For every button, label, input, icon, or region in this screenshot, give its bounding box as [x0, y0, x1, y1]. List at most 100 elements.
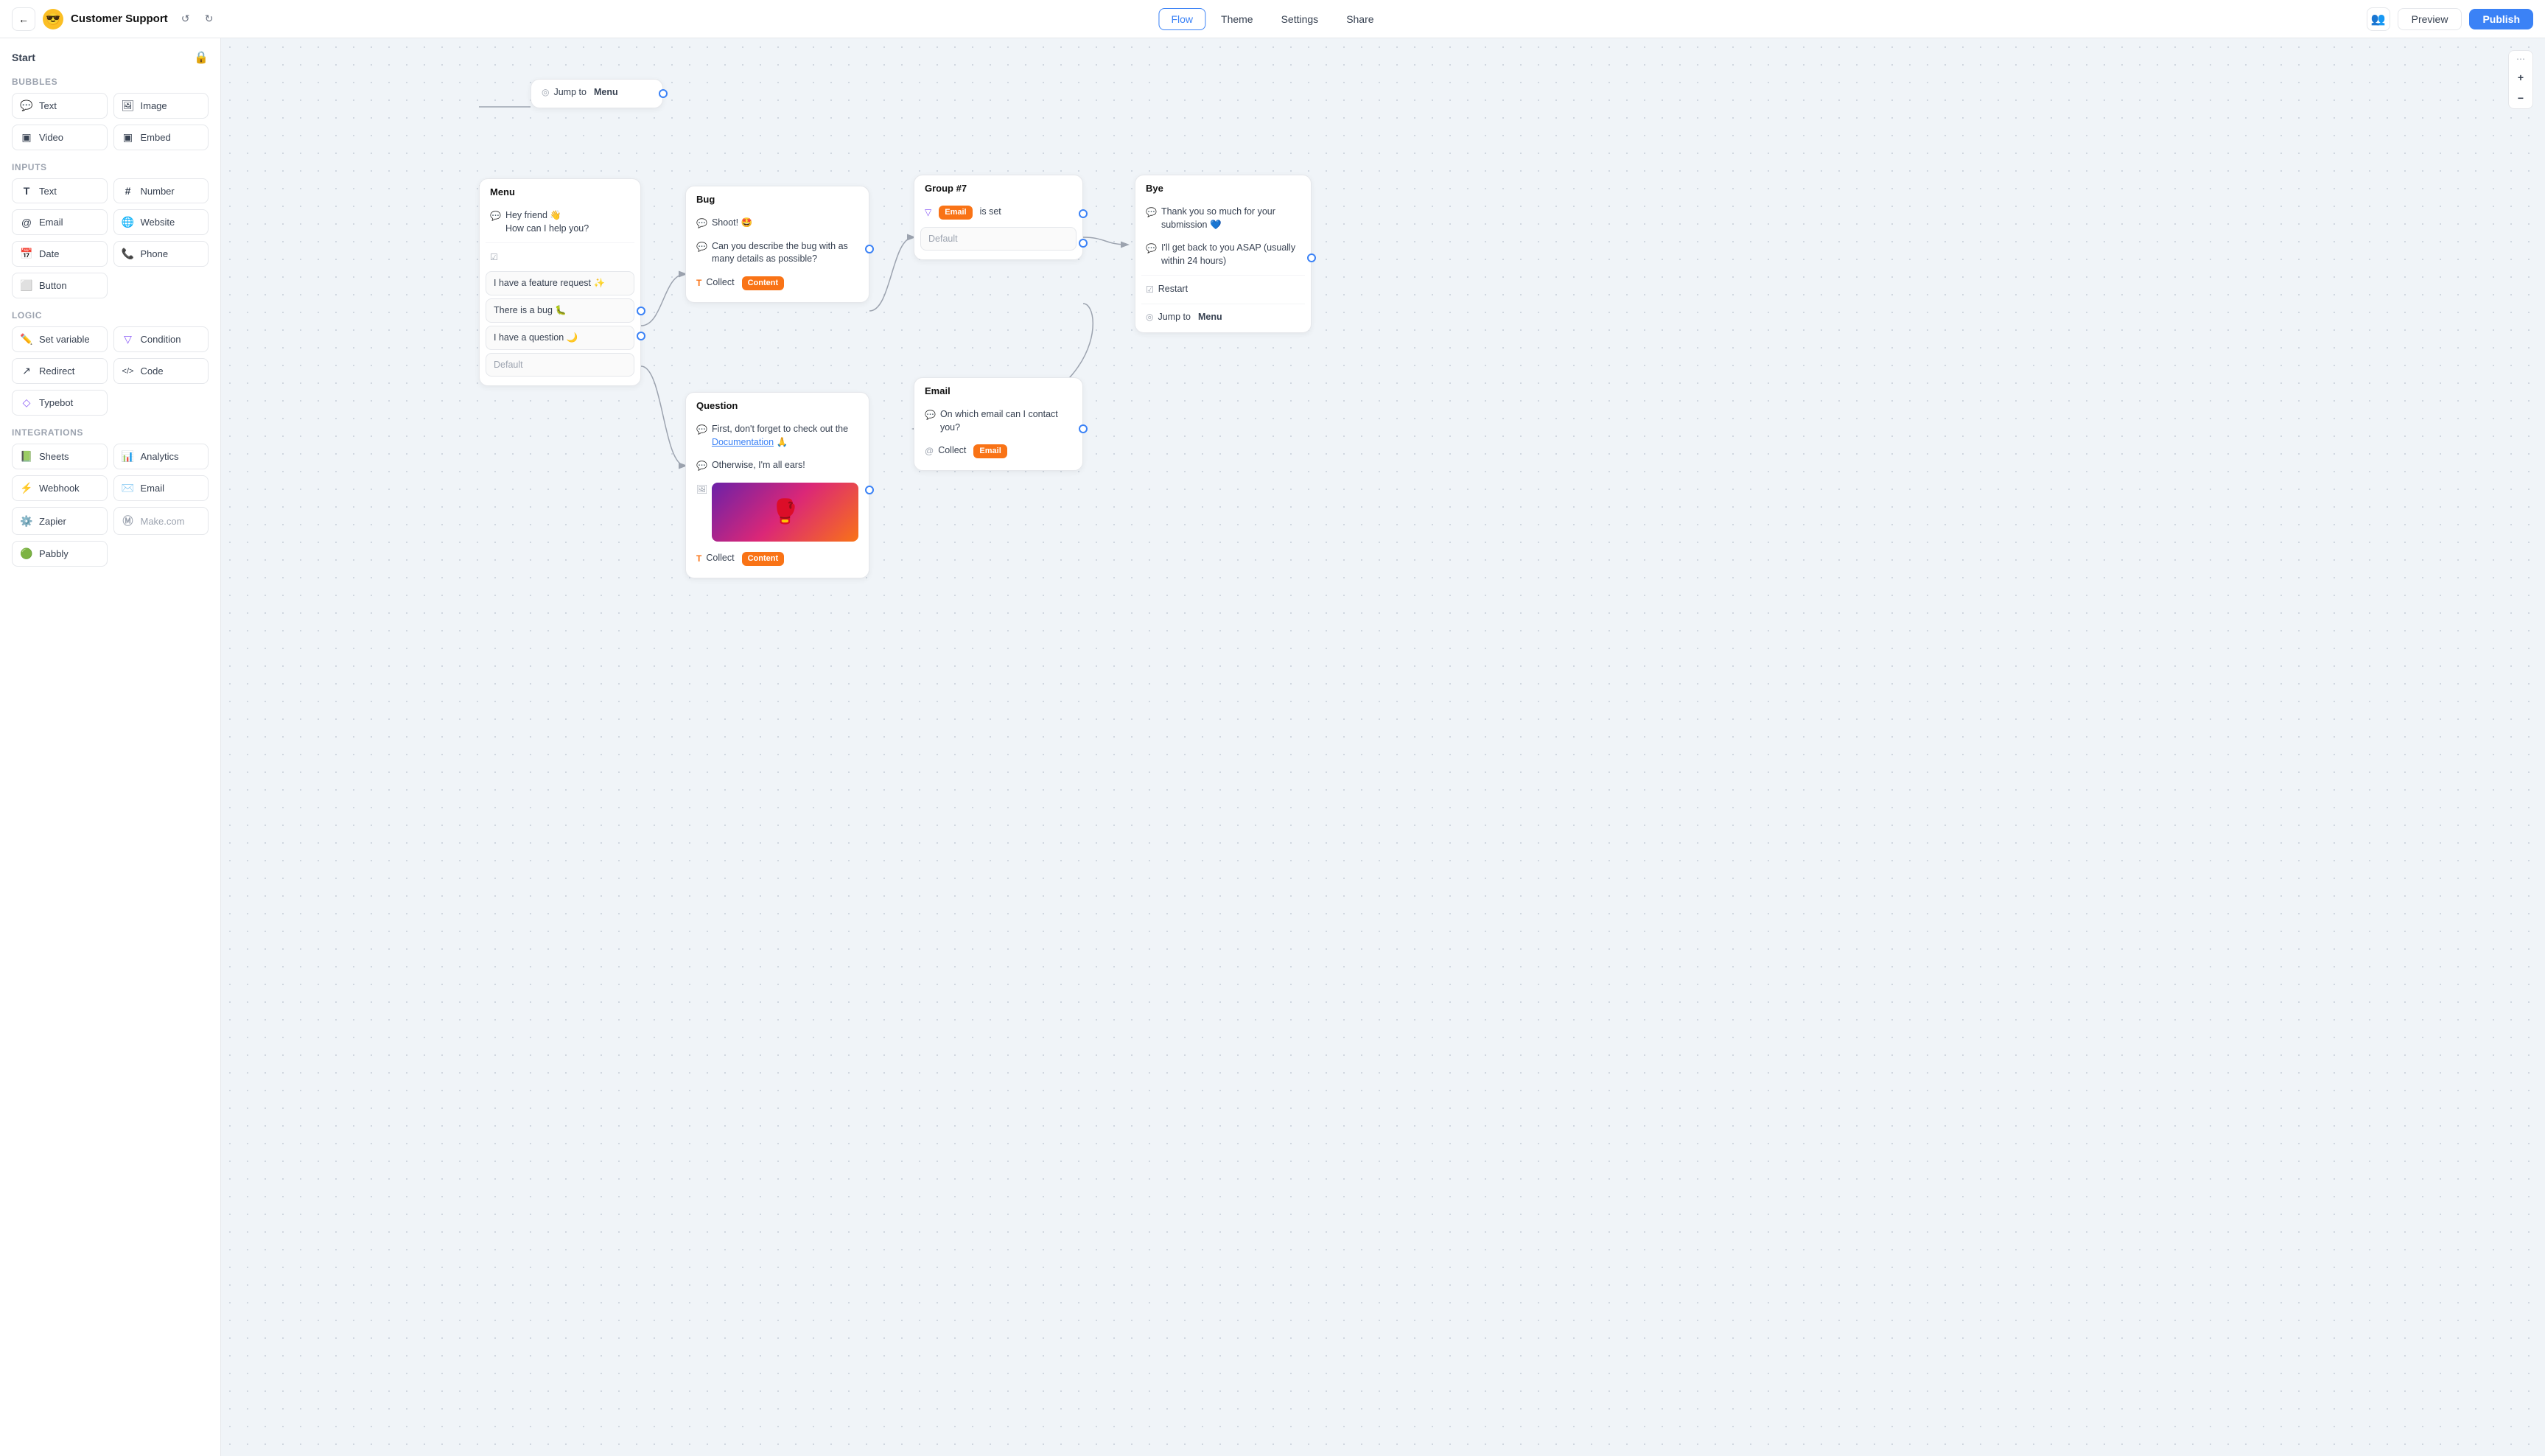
- chat-icon-bye1: 💬: [1146, 206, 1157, 219]
- chat-icon-email: 💬: [925, 409, 936, 421]
- bug-collect-label: Collect: [706, 276, 734, 290]
- block-webhook[interactable]: ⚡ Webhook: [12, 475, 108, 501]
- node-question-body: 💬 First, don't forget to check out the D…: [686, 416, 869, 578]
- zoom-more-button[interactable]: ⋯: [2513, 51, 2528, 67]
- chat-icon-bug2: 💬: [696, 241, 707, 253]
- menu-option-bug[interactable]: There is a bug 🐛: [486, 298, 634, 323]
- menu-option-default[interactable]: Default: [486, 353, 634, 377]
- block-pabbly[interactable]: 🟢 Pabbly: [12, 541, 108, 567]
- menu-option-question[interactable]: I have a question 🌙: [486, 326, 634, 350]
- block-phone[interactable]: 📞 Phone: [113, 241, 209, 267]
- block-typebot[interactable]: ◇ Typebot: [12, 390, 108, 416]
- block-redirect[interactable]: ↗ Redirect: [12, 358, 108, 384]
- zoom-out-button[interactable]: −: [2509, 88, 2532, 108]
- node-bug-header: Bug: [686, 186, 869, 209]
- node-question[interactable]: Question 💬 First, don't forget to check …: [685, 392, 869, 578]
- preview-button[interactable]: Preview: [2398, 8, 2462, 30]
- text-input-icon: T: [20, 185, 33, 197]
- group7-default[interactable]: Default: [920, 227, 1077, 251]
- chat-icon-bug1: 💬: [696, 217, 707, 230]
- tab-settings[interactable]: Settings: [1269, 8, 1331, 30]
- block-embed[interactable]: ▣ Embed: [113, 125, 209, 150]
- bug-item-1: 💬 Shoot! 🤩: [692, 212, 863, 234]
- block-email-int-label: Email: [141, 483, 165, 494]
- menu-sep-1: [486, 242, 634, 243]
- block-sheets[interactable]: 📗 Sheets: [12, 444, 108, 469]
- conn-dot-menu-bug: [637, 307, 645, 315]
- connectors-svg: [221, 38, 1547, 849]
- block-text[interactable]: 💬 Text: [12, 93, 108, 119]
- bot-name: Customer Support: [71, 13, 168, 25]
- people-button[interactable]: 👥: [2367, 7, 2390, 31]
- publish-button[interactable]: Publish: [2469, 9, 2533, 29]
- block-date[interactable]: 📅 Date: [12, 241, 108, 267]
- conn-dot-group7-top: [1079, 209, 1088, 218]
- block-condition[interactable]: ▽ Condition: [113, 326, 209, 352]
- integrations-grid: 📗 Sheets 📊 Analytics ⚡ Webhook ✉️ Email …: [12, 444, 209, 567]
- tab-theme[interactable]: Theme: [1208, 8, 1266, 30]
- typebot-icon: ◇: [20, 396, 33, 409]
- tab-flow[interactable]: Flow: [1158, 8, 1205, 30]
- redo-button[interactable]: ↻: [199, 9, 220, 29]
- bubbles-grid: 💬 Text 🖼 Image ▣ Video ▣ Embed: [12, 93, 209, 150]
- restart-icon: ☑: [1146, 284, 1154, 296]
- block-image[interactable]: 🖼 Image: [113, 93, 209, 119]
- bug-text-1: Shoot! 🤩: [712, 217, 752, 230]
- text-bubble-icon: 💬: [20, 99, 33, 112]
- node-email-body: 💬 On which email can I contact you? @ Co…: [914, 401, 1082, 470]
- chat-icon-q1: 💬: [696, 424, 707, 436]
- block-makecom[interactable]: Ⓜ Make.com: [113, 507, 209, 535]
- tab-share[interactable]: Share: [1334, 8, 1386, 30]
- block-image-label: Image: [141, 100, 167, 111]
- node-jump-top[interactable]: ◎ Jump to Menu: [531, 79, 663, 108]
- topnav-right: 👥 Preview Publish: [2367, 7, 2533, 31]
- block-video[interactable]: ▣ Video: [12, 125, 108, 150]
- block-number-label: Number: [141, 186, 175, 197]
- zoom-controls: ⋯ + −: [2508, 50, 2533, 109]
- main-layout: Start 🔒 Bubbles 💬 Text 🖼 Image ▣ Video ▣…: [0, 38, 2545, 1456]
- node-group7[interactable]: Group #7 ▽ Email is set Default: [914, 175, 1083, 260]
- filter-icon: ▽: [925, 206, 931, 219]
- block-button[interactable]: ⬜ Button: [12, 273, 108, 298]
- analytics-icon: 📊: [122, 450, 135, 463]
- undo-button[interactable]: ↺: [175, 9, 196, 29]
- block-analytics-label: Analytics: [141, 451, 179, 462]
- node-email[interactable]: Email 💬 On which email can I contact you…: [914, 377, 1083, 471]
- block-text-input[interactable]: T Text: [12, 178, 108, 203]
- canvas[interactable]: ◎ Jump to Menu Menu 💬 Hey friend 👋How ca…: [221, 38, 2545, 1456]
- bye-restart-label: Restart: [1158, 283, 1188, 296]
- block-zapier[interactable]: ⚙️ Zapier: [12, 507, 108, 535]
- conn-dot-question-right: [865, 486, 874, 494]
- node-bug[interactable]: Bug 💬 Shoot! 🤩 💬 Can you describe the bu…: [685, 186, 869, 303]
- node-bye-header: Bye: [1135, 175, 1311, 198]
- block-email[interactable]: @ Email: [12, 209, 108, 235]
- block-set-variable[interactable]: ✏️ Set variable: [12, 326, 108, 352]
- topnav: ← 😎 Customer Support ↺ ↻ Flow Theme Sett…: [0, 0, 2545, 38]
- block-code[interactable]: </> Code: [113, 358, 209, 384]
- menu-greeting-text: Hey friend 👋How can I help you?: [505, 209, 589, 235]
- pabbly-icon: 🟢: [20, 547, 33, 560]
- block-email-int[interactable]: ✉️ Email: [113, 475, 209, 501]
- block-code-label: Code: [141, 365, 164, 377]
- bug-collect: T Collect Content: [692, 272, 863, 295]
- zoom-in-button[interactable]: +: [2509, 67, 2532, 88]
- block-website[interactable]: 🌐 Website: [113, 209, 209, 235]
- block-analytics[interactable]: 📊 Analytics: [113, 444, 209, 469]
- node-menu-header: Menu: [480, 179, 640, 202]
- node-menu[interactable]: Menu 💬 Hey friend 👋How can I help you? ☑…: [479, 178, 641, 386]
- block-condition-label: Condition: [141, 334, 181, 345]
- back-button[interactable]: ←: [12, 7, 35, 31]
- menu-option-feature[interactable]: I have a feature request ✨: [486, 271, 634, 295]
- bye-item-1: 💬 Thank you so much for your submission …: [1141, 201, 1305, 236]
- email-item-1: 💬 On which email can I contact you?: [920, 404, 1077, 438]
- canvas-inner: ◎ Jump to Menu Menu 💬 Hey friend 👋How ca…: [221, 38, 1547, 849]
- condition-icon: ▽: [122, 333, 135, 346]
- node-bye[interactable]: Bye 💬 Thank you so much for your submiss…: [1135, 175, 1312, 333]
- group7-filter: ▽ Email is set: [920, 201, 1077, 224]
- question-item-1: 💬 First, don't forget to check out the D…: [692, 419, 863, 453]
- inputs-grid: T Text # Number @ Email 🌐 Website 📅 Date…: [12, 178, 209, 298]
- block-typebot-label: Typebot: [39, 397, 73, 408]
- block-number[interactable]: # Number: [113, 178, 209, 203]
- lock-icon: 🔒: [194, 50, 209, 65]
- sidebar: Start 🔒 Bubbles 💬 Text 🖼 Image ▣ Video ▣…: [0, 38, 221, 1456]
